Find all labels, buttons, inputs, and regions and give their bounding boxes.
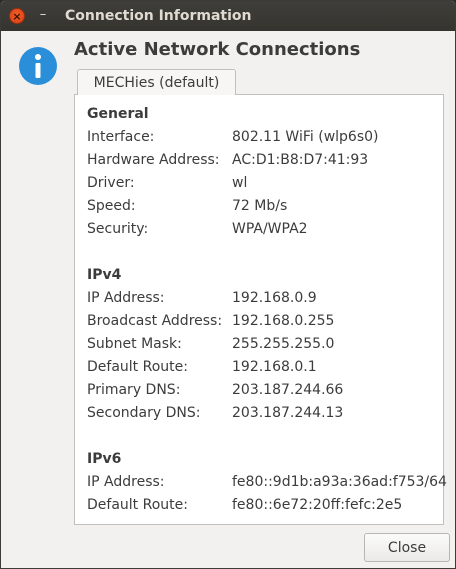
window-title: Connection Information xyxy=(65,8,252,24)
tab-label: MECHies (default) xyxy=(93,74,220,91)
info-icon xyxy=(19,47,57,85)
title-bar[interactable]: × – Connection Information xyxy=(1,1,455,31)
row-value: 203.187.244.13 xyxy=(232,405,344,421)
window-close-button[interactable]: × xyxy=(9,8,25,24)
row-value: 192.168.0.9 xyxy=(232,290,317,306)
close-icon: × xyxy=(12,9,22,23)
row-label: IP Address: xyxy=(87,290,165,306)
tab-connection[interactable]: MECHies (default) xyxy=(77,69,236,95)
section-ipv6-title: IPv6 xyxy=(87,451,122,467)
row-value: 255.255.255.0 xyxy=(232,336,335,352)
section-general-title: General xyxy=(87,106,149,122)
row-value: AC:D1:B8:D7:41:93 xyxy=(232,152,369,168)
row-label: Secondary DNS: xyxy=(87,405,201,421)
row-value: WPA/WPA2 xyxy=(232,221,308,237)
row-value: wl xyxy=(232,175,248,191)
row-value: 72 Mb/s xyxy=(232,198,288,214)
row-label: Interface: xyxy=(87,129,155,145)
row-label: Broadcast Address: xyxy=(87,313,223,329)
row-label: IP Address: xyxy=(87,474,165,490)
row-label: Subnet Mask: xyxy=(87,336,182,352)
row-value: fe80::9d1b:a93a:36ad:f753/64 xyxy=(232,474,447,490)
row-label: Speed: xyxy=(87,198,136,214)
row-label: Primary DNS: xyxy=(87,382,181,398)
row-label: Default Route: xyxy=(87,497,188,513)
connection-info-window: × – Connection Information Active Networ… xyxy=(0,0,456,569)
row-value: fe80::6e72:20ff:fefc:2e5 xyxy=(232,497,403,513)
row-label: Driver: xyxy=(87,175,135,191)
row-value: 203.187.244.66 xyxy=(232,382,344,398)
page-title: Active Network Connections xyxy=(74,39,361,60)
row-label: Security: xyxy=(87,221,149,237)
row-label: Hardware Address: xyxy=(87,152,220,168)
row-value: 802.11 WiFi (wlp6s0) xyxy=(232,129,379,145)
close-button[interactable]: Close xyxy=(364,533,450,562)
section-ipv4-title: IPv4 xyxy=(87,267,122,283)
connection-details-panel: General Interface: 802.11 WiFi (wlp6s0) … xyxy=(74,94,447,525)
row-value: 192.168.0.1 xyxy=(232,359,317,375)
row-value: 192.168.0.255 xyxy=(232,313,335,329)
minimize-icon[interactable]: – xyxy=(37,7,49,23)
row-label: Default Route: xyxy=(87,359,188,375)
